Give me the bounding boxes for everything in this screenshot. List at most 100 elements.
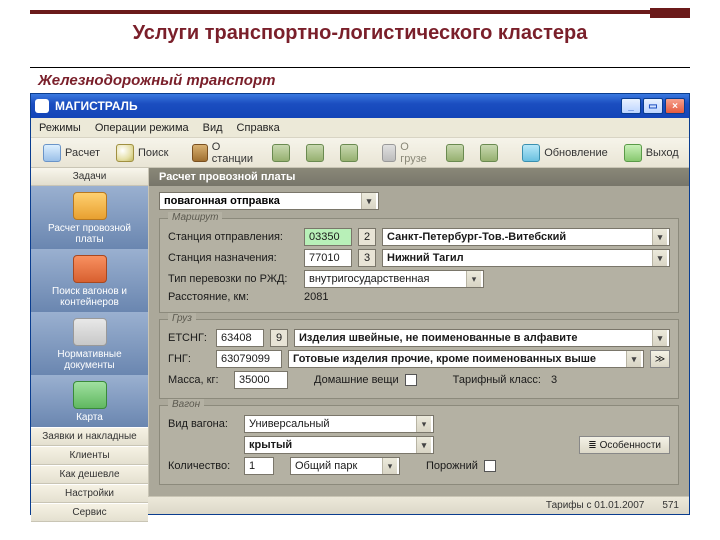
class-label: Тарифный класс:	[453, 374, 541, 386]
type-label: Тип перевозки по РЖД:	[168, 273, 298, 285]
decorative-ruler	[30, 10, 690, 14]
empty-label: Порожний	[426, 460, 478, 472]
wagon-type-combo[interactable]: Универсальный	[244, 415, 434, 433]
arr-label: Станция назначения:	[168, 252, 298, 264]
station-icon	[192, 144, 207, 162]
tb-grp3[interactable]	[334, 142, 364, 164]
mass-label: Масса, кг:	[168, 374, 228, 386]
group-icon	[272, 144, 290, 162]
qty-input[interactable]: 1	[244, 457, 274, 475]
status-code: 571	[662, 500, 679, 511]
group-icon	[480, 144, 498, 162]
divider	[30, 67, 690, 68]
menu-modes[interactable]: Режимы	[39, 122, 81, 134]
group-route: Маршрут Станция отправления: 03350 2 Сан…	[159, 218, 679, 313]
sidebar: Задачи Расчет провозной платы Поиск ваго…	[31, 168, 149, 496]
titlebar[interactable]: МАГИСТРАЛЬ _ ▭ ×	[31, 94, 689, 118]
legend-wagon: Вагон	[168, 399, 204, 410]
tb-station[interactable]: О станции	[186, 139, 261, 167]
sidebar-item-docs[interactable]: Нормативные документы	[31, 312, 148, 375]
search-big-icon	[73, 255, 107, 283]
pane-header: Расчет провозной платы	[149, 168, 689, 186]
tb-grp4[interactable]	[440, 142, 470, 164]
tb-calc[interactable]: Расчет	[37, 142, 106, 164]
class-value: 3	[551, 374, 557, 386]
calc-icon	[43, 144, 61, 162]
features-button[interactable]: ≣Особенности	[579, 436, 670, 454]
sidebar-item-service[interactable]: Сервис	[31, 503, 148, 522]
dist-value: 2081	[304, 291, 328, 303]
gng-name-combo[interactable]: Готовые изделия прочие, кроме поименован…	[288, 350, 644, 368]
exit-icon	[624, 144, 642, 162]
search-icon	[116, 144, 134, 162]
shipment-type-combo[interactable]: повагонная отправка	[159, 192, 379, 210]
main-pane: Расчет провозной платы повагонная отправ…	[149, 168, 689, 496]
map-big-icon	[73, 381, 107, 409]
dist-label: Расстояние, км:	[168, 291, 298, 303]
status-tariff: Тарифы с 01.01.2007	[546, 500, 644, 511]
docs-big-icon	[73, 318, 107, 346]
group-icon	[446, 144, 464, 162]
window-title: МАГИСТРАЛЬ	[55, 99, 138, 113]
wagon-subtype-combo[interactable]: крытый	[244, 436, 434, 454]
sidebar-item-calc[interactable]: Расчет провозной платы	[31, 186, 148, 249]
app-window: МАГИСТРАЛЬ _ ▭ × Режимы Операции режима …	[30, 93, 690, 515]
wagon-type-label: Вид вагона:	[168, 418, 238, 430]
etsng-code[interactable]: 63408	[216, 329, 264, 347]
tb-gruz[interactable]: О грузе	[376, 139, 437, 167]
menu-help[interactable]: Справка	[237, 122, 280, 134]
sidebar-item-search[interactable]: Поиск вагонов и контейнеров	[31, 249, 148, 312]
tb-grp1[interactable]	[266, 142, 296, 164]
next-button[interactable]: ≫	[650, 350, 670, 368]
group-icon	[340, 144, 358, 162]
minimize-button[interactable]: _	[621, 98, 641, 114]
sidebar-item-settings[interactable]: Настройки	[31, 484, 148, 503]
park-combo[interactable]: Общий парк	[290, 457, 400, 475]
cargo-icon	[382, 144, 397, 162]
arr-code-input[interactable]: 77010	[304, 249, 352, 267]
dep-label: Станция отправления:	[168, 231, 298, 243]
sidebar-item-map[interactable]: Карта	[31, 375, 148, 427]
group-cargo: Груз ЕТСНГ: 63408 9 Изделия швейные, не …	[159, 319, 679, 399]
tb-exit[interactable]: Выход	[618, 142, 685, 164]
dep-code-input[interactable]: 03350	[304, 228, 352, 246]
menu-ops[interactable]: Операции режима	[95, 122, 189, 134]
tb-find[interactable]: Поиск	[110, 142, 174, 164]
group-icon	[306, 144, 324, 162]
etsng-sub: 9	[270, 329, 288, 347]
menu-bar: Режимы Операции режима Вид Справка	[31, 118, 689, 138]
app-icon	[35, 99, 49, 113]
menu-view[interactable]: Вид	[203, 122, 223, 134]
gng-label: ГНГ:	[168, 353, 210, 365]
home-checkbox[interactable]	[405, 374, 417, 386]
tb-grp5[interactable]	[474, 142, 504, 164]
empty-checkbox[interactable]	[484, 460, 496, 472]
mass-input[interactable]: 35000	[234, 371, 288, 389]
arr-sub: 3	[358, 249, 376, 267]
dep-name-combo[interactable]: Санкт-Петербург-Тов.-Витебский	[382, 228, 670, 246]
tb-grp2[interactable]	[300, 142, 330, 164]
sidebar-item-clients[interactable]: Клиенты	[31, 446, 148, 465]
arr-name-combo[interactable]: Нижний Тагил	[382, 249, 670, 267]
sidebar-item-orders[interactable]: Заявки и накладные	[31, 427, 148, 446]
home-label: Домашние вещи	[314, 374, 399, 386]
legend-cargo: Груз	[168, 313, 196, 324]
tb-refresh[interactable]: Обновление	[516, 142, 614, 164]
gng-code[interactable]: 63079099	[216, 350, 282, 368]
toolbar: Расчет Поиск О станции О грузе Обновлени…	[31, 138, 689, 168]
qty-label: Количество:	[168, 460, 238, 472]
list-icon: ≣	[588, 440, 596, 451]
slide-subtitle: Железнодорожный транспорт	[38, 72, 690, 89]
etsng-label: ЕТСНГ:	[168, 332, 210, 344]
sidebar-item-cheaper[interactable]: Как дешевле	[31, 465, 148, 484]
calc-big-icon	[73, 192, 107, 220]
etsng-name-combo[interactable]: Изделия швейные, не поименованные в алфа…	[294, 329, 670, 347]
group-wagon: Вагон Вид вагона: Универсальный крытый ≣…	[159, 405, 679, 485]
slide-title: Услуги транспортно-логистического класте…	[30, 22, 690, 45]
dep-sub: 2	[358, 228, 376, 246]
trans-type-combo[interactable]: внутригосударственная	[304, 270, 484, 288]
legend-route: Маршрут	[168, 212, 222, 223]
maximize-button[interactable]: ▭	[643, 98, 663, 114]
close-button[interactable]: ×	[665, 98, 685, 114]
sidebar-header: Задачи	[31, 168, 148, 186]
